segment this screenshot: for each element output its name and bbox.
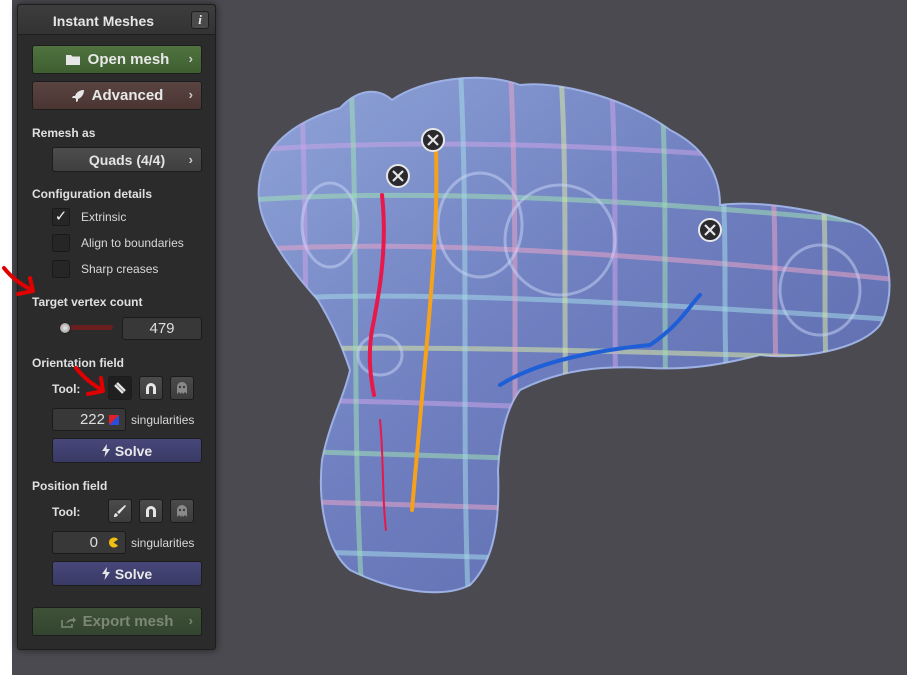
position-solve-button[interactable]: Solve xyxy=(52,561,202,586)
open-mesh-button[interactable]: Open mesh › xyxy=(32,45,202,74)
target-vertex-heading: Target vertex count xyxy=(32,295,143,309)
magnet-icon xyxy=(146,506,156,517)
vertex-count-slider-handle[interactable] xyxy=(58,322,71,334)
orientation-ghost-tool-button[interactable] xyxy=(170,376,194,400)
singularity-indicator-icon xyxy=(109,414,119,425)
position-ghost-tool-button[interactable] xyxy=(170,499,194,523)
chevron-right-icon: › xyxy=(188,613,193,628)
position-heading: Position field xyxy=(32,479,108,493)
position-brush-tool-button[interactable] xyxy=(108,499,132,523)
extrinsic-checkbox-row[interactable]: ✓ Extrinsic xyxy=(52,207,126,227)
rocket-icon xyxy=(71,89,84,102)
position-singularities-label: singularities xyxy=(131,536,195,550)
close-icon xyxy=(698,218,722,242)
instant-meshes-panel: Instant Meshes i Open mesh › Advanced › … xyxy=(17,4,216,650)
sharp-creases-checkbox-row[interactable]: Sharp creases xyxy=(52,259,158,279)
export-mesh-button[interactable]: Export mesh › xyxy=(32,607,202,636)
advanced-label: Advanced xyxy=(91,87,164,104)
position-singularities-value: 0 xyxy=(89,534,98,551)
chevron-right-icon: › xyxy=(188,87,193,102)
position-solve-label: Solve xyxy=(114,565,153,582)
brush-icon xyxy=(114,505,126,517)
open-mesh-label: Open mesh xyxy=(87,51,170,68)
lightning-icon xyxy=(101,444,110,457)
folder-icon xyxy=(65,55,80,65)
remesh-type-value: Quads (4/4) xyxy=(88,151,166,168)
config-heading: Configuration details xyxy=(32,187,152,201)
export-mesh-label: Export mesh xyxy=(82,613,174,630)
align-boundaries-label: Align to boundaries xyxy=(81,236,184,250)
align-boundaries-checkbox-row[interactable]: Align to boundaries xyxy=(52,233,184,253)
panel-titlebar[interactable]: Instant Meshes i xyxy=(18,5,215,35)
pacman-icon xyxy=(109,537,118,548)
orientation-solve-button[interactable]: Solve xyxy=(52,438,202,463)
orientation-singularities-count: 222 xyxy=(52,408,126,431)
advanced-button[interactable]: Advanced › xyxy=(32,81,202,110)
sharp-creases-label: Sharp creases xyxy=(81,262,159,276)
position-tool-label: Tool: xyxy=(52,505,81,519)
position-magnet-tool-button[interactable] xyxy=(139,499,163,523)
position-singularities-count: 0 xyxy=(52,531,126,554)
ghost-icon xyxy=(177,505,187,517)
sharp-creases-checkbox[interactable] xyxy=(52,260,70,278)
align-boundaries-checkbox[interactable] xyxy=(52,234,70,252)
remesh-heading: Remesh as xyxy=(32,126,96,140)
vertex-count-input[interactable]: 479 xyxy=(122,317,202,340)
orientation-solve-label: Solve xyxy=(114,442,153,459)
lightning-icon xyxy=(101,567,110,580)
annotation-arrow-icon xyxy=(2,266,35,296)
remesh-type-dropdown[interactable]: Quads (4/4) › xyxy=(52,147,202,172)
close-icon xyxy=(421,128,445,152)
chevron-right-icon: › xyxy=(188,51,193,66)
orientation-singularities-label: singularities xyxy=(131,413,195,427)
info-button[interactable]: i xyxy=(191,11,209,29)
annotation-arrow-icon xyxy=(74,366,105,396)
chevron-right-icon: › xyxy=(188,152,193,167)
magnet-icon xyxy=(146,383,156,394)
panel-title: Instant Meshes xyxy=(52,13,155,29)
orientation-magnet-tool-button[interactable] xyxy=(139,376,163,400)
orientation-singularities-value: 222 xyxy=(79,411,105,428)
close-icon xyxy=(386,164,410,188)
extrinsic-label: Extrinsic xyxy=(81,210,127,224)
ghost-icon xyxy=(177,382,187,394)
export-icon xyxy=(60,616,76,628)
comb-icon xyxy=(114,382,126,394)
extrinsic-checkbox[interactable]: ✓ xyxy=(52,208,70,226)
